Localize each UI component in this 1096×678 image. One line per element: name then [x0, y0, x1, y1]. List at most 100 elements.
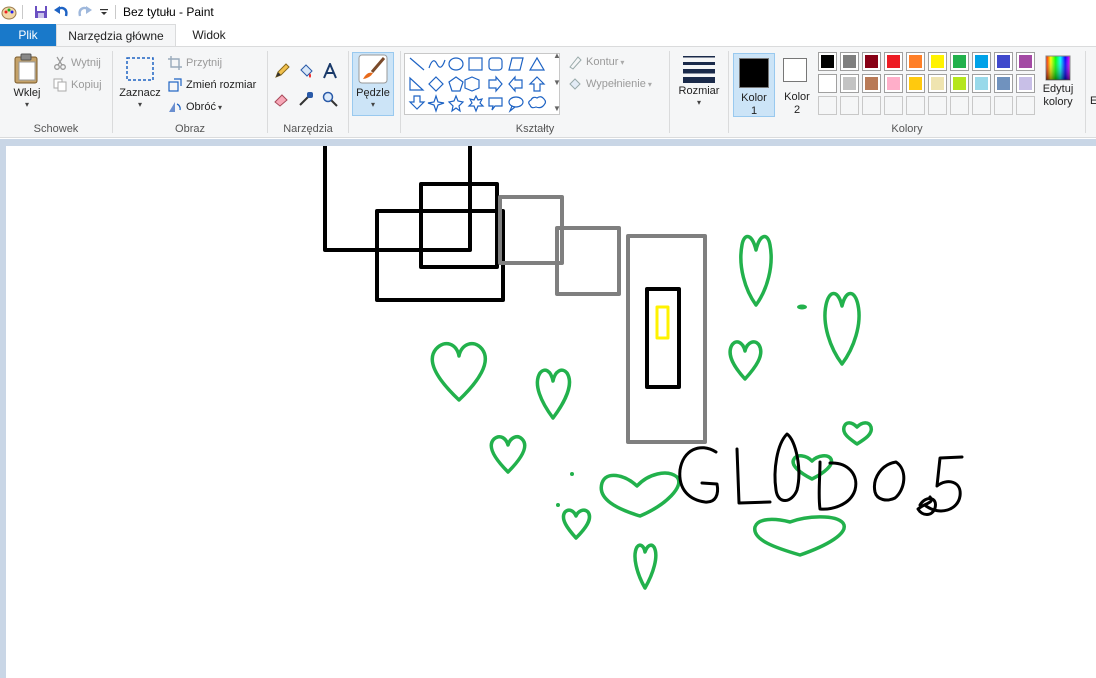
shapes-group: ▲ ▼ ▼ Kontur ▾ Wypełnienie ▾ Kształty: [401, 47, 669, 137]
color-picker-tool[interactable]: [298, 89, 317, 109]
color2-button[interactable]: Kolor 2: [778, 53, 816, 117]
save-icon[interactable]: [32, 3, 50, 21]
paint-app-icon[interactable]: [0, 3, 18, 21]
rotate-label: Obróć: [186, 101, 216, 113]
black-rectangle: [375, 209, 505, 302]
tab-home[interactable]: Narzędzia główne: [56, 24, 176, 47]
resize-button[interactable]: Zmień rozmiar: [167, 75, 256, 95]
undo-icon[interactable]: [53, 3, 71, 21]
fill-label: Wypełnienie: [586, 78, 646, 90]
chevron-up-icon: ▲: [553, 51, 561, 60]
palette-swatch[interactable]: [950, 74, 969, 93]
drawing-canvas[interactable]: [6, 144, 1096, 678]
palette-swatch[interactable]: [994, 74, 1013, 93]
edit-colors-label-1: Edytuj: [1042, 83, 1074, 95]
customize-dropdown-icon[interactable]: [95, 3, 113, 21]
palette-swatch[interactable]: [1016, 52, 1035, 71]
handwriting-o: [872, 460, 906, 502]
palette-swatch[interactable]: [862, 74, 881, 93]
paste-label: Wklej: [13, 87, 41, 99]
image-group-label: Obraz: [175, 123, 205, 135]
magnifier-tool[interactable]: [322, 89, 341, 109]
eraser-tool[interactable]: [274, 89, 293, 109]
palette-swatch[interactable]: [906, 74, 925, 93]
green-heart: [728, 340, 763, 381]
green-heart: [489, 435, 527, 474]
size-group: Rozmiar ▾: [670, 47, 728, 137]
resize-icon: [167, 77, 183, 93]
brushes-button[interactable]: Pędzle ▾: [352, 52, 394, 116]
palette-swatch[interactable]: [972, 96, 991, 115]
shapes-group-label: Kształty: [515, 123, 555, 135]
cut-button[interactable]: Wytnij: [52, 53, 101, 73]
edit-colors-button[interactable]: Edytuj kolory: [1036, 55, 1080, 109]
line-width-icon: [683, 56, 715, 83]
cut-label: Wytnij: [71, 57, 101, 69]
palette-swatch[interactable]: [972, 52, 991, 71]
palette-swatch[interactable]: [840, 52, 859, 71]
palette-swatch-color: [865, 77, 878, 90]
palette-swatch[interactable]: [994, 96, 1013, 115]
palette-swatch[interactable]: [906, 52, 925, 71]
pencil-tool[interactable]: [274, 61, 293, 81]
copy-button[interactable]: Kopiuj: [52, 75, 102, 95]
brush-icon: [358, 54, 388, 84]
palette-swatch[interactable]: [818, 52, 837, 71]
palette-swatch[interactable]: [818, 74, 837, 93]
green-heart: [430, 341, 488, 402]
palette-swatch[interactable]: [884, 74, 903, 93]
palette-swatch[interactable]: [950, 96, 969, 115]
fill-tool[interactable]: [298, 61, 317, 81]
palette-swatch[interactable]: [840, 96, 859, 115]
palette-swatch[interactable]: [972, 74, 991, 93]
text-tool[interactable]: [322, 61, 341, 81]
eyedropper-icon: [298, 91, 314, 107]
palette-swatch-color: [1019, 77, 1032, 90]
palette-swatch[interactable]: [928, 52, 947, 71]
palette-swatch[interactable]: [862, 52, 881, 71]
tab-view[interactable]: Widok: [178, 24, 240, 46]
palette-swatch-color: [975, 77, 988, 90]
shapes-gallery-scroll[interactable]: ▲ ▼ ▼: [553, 51, 561, 113]
fill-button[interactable]: Wypełnienie ▾: [567, 74, 652, 94]
palette-swatch[interactable]: [884, 96, 903, 115]
palette-swatch[interactable]: [950, 52, 969, 71]
tools-group-label: Narzędzia: [283, 123, 333, 135]
palette-swatch[interactable]: [928, 96, 947, 115]
green-heart: [633, 543, 658, 590]
palette-swatch[interactable]: [818, 96, 837, 115]
green-heart: [753, 515, 846, 557]
palette-swatch[interactable]: [840, 74, 859, 93]
resize-label: Zmień rozmiar: [186, 79, 257, 91]
overflow-b: E: [1090, 95, 1096, 107]
chevron-down-icon: ▾: [696, 98, 701, 107]
redo-icon[interactable]: [75, 3, 93, 21]
palette-swatch[interactable]: [862, 96, 881, 115]
shapes-gallery[interactable]: [404, 53, 560, 115]
color2-swatch: [783, 58, 807, 82]
palette-swatch-color: [887, 55, 900, 68]
pencil-icon: [274, 63, 290, 79]
rotate-button[interactable]: Obróć ▾: [167, 97, 222, 117]
palette-swatch[interactable]: [906, 96, 925, 115]
copy-icon: [52, 77, 68, 93]
paint-bucket-icon: [298, 63, 314, 79]
color1-button[interactable]: Kolor 1: [733, 53, 775, 117]
overflow-button[interactable]: E: [1090, 91, 1096, 111]
crop-button[interactable]: Przytnij: [167, 53, 222, 73]
palette-swatch-color: [909, 77, 922, 90]
outline-button[interactable]: Kontur ▾: [567, 52, 624, 72]
green-heart: [739, 234, 773, 307]
color-spectrum-icon: [1045, 55, 1071, 81]
gray-rectangle: [498, 195, 564, 265]
palette-swatch[interactable]: [1016, 74, 1035, 93]
image-group: Zaznacz ▾ Przytnij Zmień rozmiar Obróć ▾…: [113, 47, 267, 137]
size-button[interactable]: Rozmiar ▾: [675, 53, 723, 107]
tab-file[interactable]: Plik: [0, 24, 56, 46]
palette-swatch[interactable]: [884, 52, 903, 71]
palette-swatch[interactable]: [994, 52, 1013, 71]
select-button[interactable]: Zaznacz ▾: [117, 53, 163, 109]
palette-swatch[interactable]: [1016, 96, 1035, 115]
palette-swatch[interactable]: [928, 74, 947, 93]
paste-button[interactable]: Wklej ▾: [8, 53, 46, 109]
